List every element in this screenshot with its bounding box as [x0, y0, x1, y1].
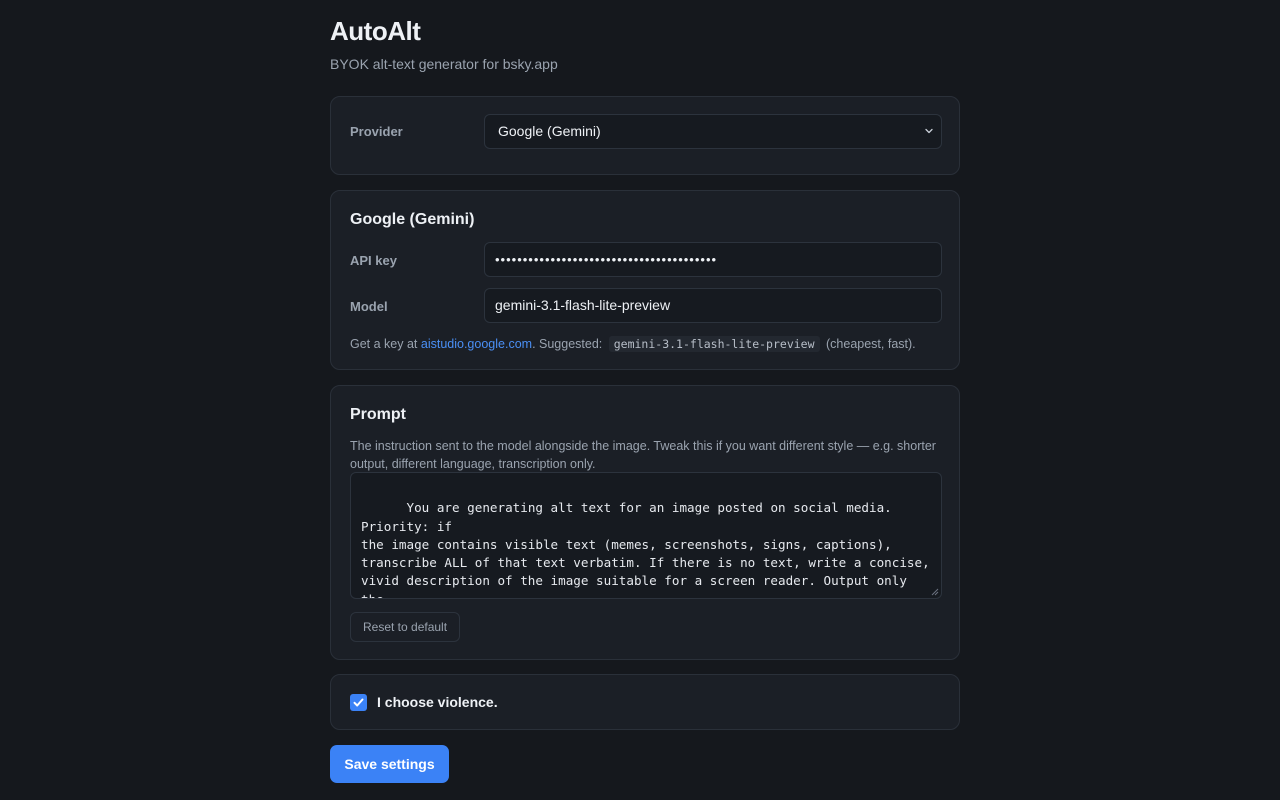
checkmark-icon — [353, 698, 364, 707]
resize-grip-icon[interactable] — [931, 588, 939, 596]
google-settings-card: Google (Gemini) API key ••••••••••••••••… — [330, 190, 960, 370]
model-label: Model — [350, 299, 388, 314]
api-key-help: Get a key at aistudio.google.com. Sugges… — [350, 336, 916, 352]
help-middle: . Suggested: — [532, 337, 606, 351]
provider-card: Provider Google (Gemini) — [330, 96, 960, 175]
aistudio-link[interactable]: aistudio.google.com — [421, 337, 532, 351]
help-suffix: (cheapest, fast). — [822, 337, 916, 351]
violence-label[interactable]: I choose violence. — [377, 694, 498, 710]
page-title: AutoAlt — [330, 16, 421, 46]
suggested-model-code: gemini-3.1-flash-lite-preview — [608, 336, 820, 352]
help-prefix: Get a key at — [350, 337, 421, 351]
api-key-label: API key — [350, 253, 397, 268]
prompt-description: The instruction sent to the model alongs… — [350, 439, 936, 471]
page-subtitle: BYOK alt-text generator for bsky.app — [330, 56, 558, 72]
prompt-heading: Prompt — [350, 406, 406, 423]
chevron-down-icon — [925, 128, 933, 134]
provider-select-value: Google (Gemini) — [498, 123, 601, 139]
provider-select[interactable]: Google (Gemini) — [484, 114, 942, 149]
provider-label: Provider — [350, 124, 403, 139]
google-heading: Google (Gemini) — [350, 211, 475, 228]
violence-checkbox[interactable] — [350, 694, 367, 711]
prompt-textarea[interactable]: You are generating alt text for an image… — [350, 472, 942, 599]
violence-option-card: I choose violence. — [330, 674, 960, 730]
prompt-card: Prompt The instruction sent to the model… — [330, 385, 960, 660]
api-key-input[interactable]: •••••••••••••••••••••••••••••••••••••••• — [484, 242, 942, 277]
save-settings-button[interactable]: Save settings — [330, 745, 449, 783]
reset-to-default-button[interactable]: Reset to default — [350, 612, 461, 642]
prompt-text: You are generating alt text for an image… — [361, 500, 930, 598]
model-input[interactable]: gemini-3.1-flash-lite-preview — [484, 288, 942, 323]
